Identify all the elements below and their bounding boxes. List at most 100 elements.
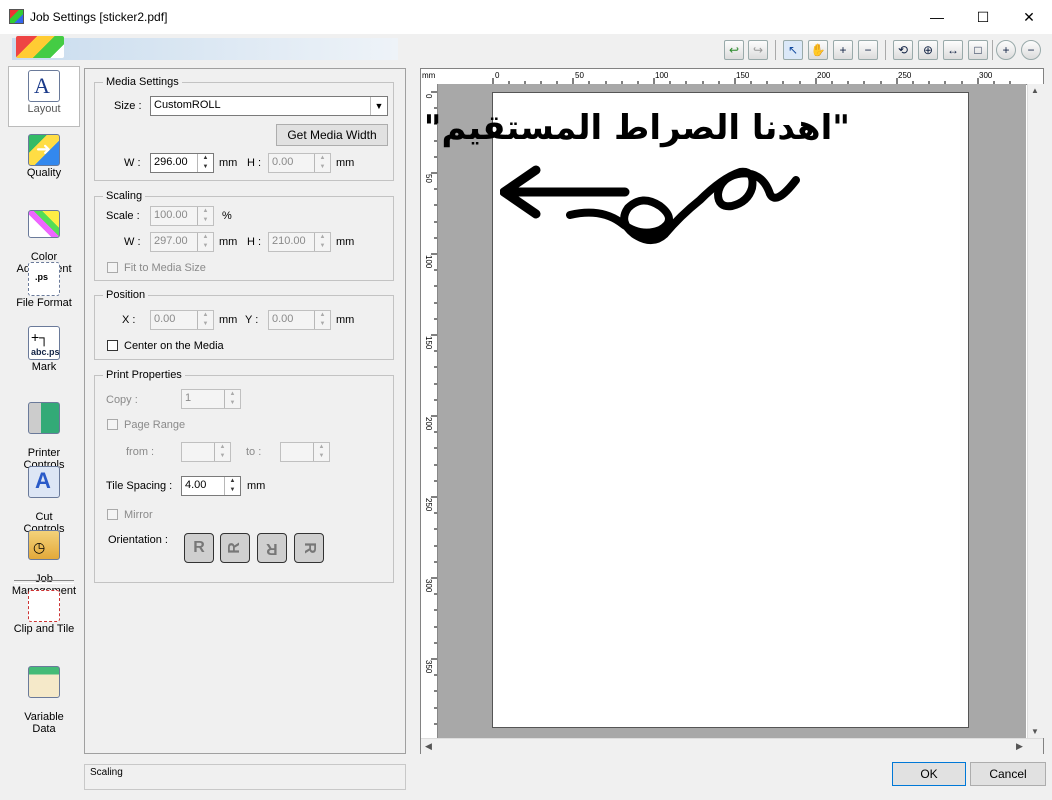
scroll-up-icon[interactable]: ▲	[1031, 86, 1039, 95]
spin-down-icon[interactable]: ▼	[315, 320, 330, 329]
tile-spacing-value: 4.00	[185, 479, 207, 491]
spin-down-icon[interactable]: ▼	[225, 486, 240, 495]
zoom-plus-icon[interactable]: +	[996, 40, 1016, 60]
scale-label: Scale :	[106, 210, 140, 222]
scaling-height-input[interactable]: 210.00 ▲ ▼	[268, 232, 331, 252]
orientation-180-button[interactable]: R	[257, 533, 287, 563]
close-button[interactable]: ✕	[1006, 0, 1052, 34]
zoom-minus-icon[interactable]: −	[1021, 40, 1041, 60]
tile-spacing-label: Tile Spacing :	[106, 480, 173, 492]
from-label: from :	[126, 446, 155, 458]
redo-icon[interactable]: ↪	[748, 40, 768, 60]
scale-input[interactable]: 100.00 ▲ ▼	[150, 206, 214, 226]
spin-down-icon[interactable]: ▼	[198, 242, 213, 251]
orientation-270-button[interactable]: R	[294, 533, 324, 563]
position-x-unit: mm	[219, 314, 238, 326]
sidebar-item-job-management[interactable]: ◷ Job Management	[8, 518, 80, 597]
copy-value: 1	[185, 392, 192, 404]
sidebar-item-layout[interactable]: A Layout	[8, 66, 80, 127]
spin-up-icon[interactable]: ▲	[315, 233, 330, 242]
mirror-checkbox[interactable]	[107, 509, 118, 520]
fit-width-icon[interactable]: ↔	[943, 40, 963, 60]
undo-icon[interactable]: ↩	[724, 40, 744, 60]
app-icon	[9, 9, 24, 24]
center-icon[interactable]: ⊕	[918, 40, 938, 60]
get-media-width-button[interactable]: Get Media Width	[276, 124, 388, 146]
media-h-unit: mm	[336, 157, 355, 169]
minimize-button[interactable]: —	[914, 0, 960, 34]
sidebar-item-color-adjustment[interactable]: Color Adjustment	[8, 198, 80, 275]
status-text: Scaling	[90, 767, 123, 778]
spin-up-icon[interactable]: ▲	[198, 154, 213, 163]
orientation-0-button[interactable]: R	[184, 533, 214, 563]
spin-up-icon[interactable]: ▲	[198, 233, 213, 242]
media-width-input[interactable]: 296.00 ▲ ▼	[150, 153, 214, 173]
position-y-unit: mm	[336, 314, 355, 326]
spin-up-icon[interactable]: ▲	[225, 477, 240, 486]
maximize-button[interactable]: ☐	[960, 0, 1006, 34]
size-select[interactable]: CustomROLL ▼	[150, 96, 388, 116]
sidebar-item-printer-controls[interactable]: Printer Controls	[8, 390, 80, 471]
spin-up-icon[interactable]: ▲	[198, 207, 213, 216]
pan-hand-icon[interactable]: ✋	[808, 40, 828, 60]
spin-down-icon[interactable]: ▼	[198, 216, 213, 225]
media-w-label: W :	[124, 157, 141, 169]
select-arrow-icon[interactable]: ↖	[783, 40, 803, 60]
spin-down-icon[interactable]: ▼	[315, 163, 330, 172]
tile-spacing-input[interactable]: 4.00 ▲ ▼	[181, 476, 241, 496]
sidebar-item-file-format[interactable]: .ps File Format	[8, 262, 80, 316]
from-input[interactable]: ▲ ▼	[181, 442, 231, 462]
chevron-down-icon[interactable]: ▼	[370, 97, 387, 115]
spin-up-icon[interactable]: ▲	[198, 311, 213, 320]
sidebar-item-mark[interactable]: +┐ abc.ps Mark	[8, 326, 80, 380]
center-on-media-label: Center on the Media	[124, 340, 224, 352]
fit-to-media-checkbox[interactable]	[107, 262, 118, 273]
fit-page-icon[interactable]: □	[968, 40, 988, 60]
ruler-left-label: 300	[424, 579, 433, 593]
zoom-out-icon[interactable]: −	[858, 40, 878, 60]
scaling-width-input[interactable]: 297.00 ▲ ▼	[150, 232, 214, 252]
spin-down-icon[interactable]: ▼	[198, 320, 213, 329]
scaling-h-label: H :	[247, 236, 262, 248]
spin-down-icon[interactable]: ▼	[314, 452, 329, 461]
position-x-input[interactable]: 0.00 ▲ ▼	[150, 310, 214, 330]
center-on-media-checkbox[interactable]	[107, 340, 118, 351]
zoom-in-icon[interactable]: +	[833, 40, 853, 60]
scroll-right-icon[interactable]: ▶	[1016, 741, 1023, 752]
position-y-input[interactable]: 0.00 ▲ ▼	[268, 310, 331, 330]
position-y-value: 0.00	[272, 313, 294, 325]
spin-down-icon[interactable]: ▼	[215, 452, 230, 461]
copy-input[interactable]: 1 ▲ ▼	[181, 389, 241, 409]
orientation-90-button[interactable]: R	[220, 533, 250, 563]
window-title: Job Settings [sticker2.pdf]	[30, 10, 168, 24]
sidebar-item-clip-tile[interactable]: Clip and Tile	[8, 590, 80, 646]
spin-down-icon[interactable]: ▼	[225, 399, 240, 408]
scroll-down-icon[interactable]: ▼	[1031, 727, 1039, 736]
spin-up-icon[interactable]: ▲	[225, 390, 240, 399]
toolbar-separator	[775, 40, 776, 60]
spin-up-icon[interactable]: ▲	[315, 154, 330, 163]
spin-up-icon[interactable]: ▲	[315, 311, 330, 320]
sidebar-item-cut-controls[interactable]: A Cut Controls	[8, 454, 80, 535]
media-height-input[interactable]: 0.00 ▲ ▼	[268, 153, 331, 173]
spin-up-icon[interactable]: ▲	[314, 443, 329, 452]
ruler-top-label: 150	[736, 71, 750, 80]
spin-up-icon[interactable]: ▲	[215, 443, 230, 452]
rotate-icon[interactable]: ⟲	[893, 40, 913, 60]
ok-button[interactable]: OK	[892, 762, 966, 786]
scaling-width-value: 297.00	[154, 235, 188, 247]
to-input[interactable]: ▲ ▼	[280, 442, 330, 462]
vertical-scrollbar[interactable]: ▲ ▼	[1027, 84, 1044, 738]
spin-down-icon[interactable]: ▼	[198, 163, 213, 172]
size-value: CustomROLL	[154, 99, 221, 111]
horizontal-scrollbar[interactable]: ◀ ▶	[421, 738, 1043, 755]
sidebar-item-quality[interactable]: ➜ Quality	[8, 134, 80, 190]
page-range-label: Page Range	[124, 419, 186, 431]
position-y-label: Y :	[245, 314, 259, 326]
sidebar-item-variable-data[interactable]: Variable Data	[8, 654, 80, 735]
ruler-left-label: 350	[424, 660, 433, 674]
spin-down-icon[interactable]: ▼	[315, 242, 330, 251]
cancel-button[interactable]: Cancel	[970, 762, 1046, 786]
page-range-checkbox[interactable]	[107, 419, 118, 430]
scroll-left-icon[interactable]: ◀	[425, 741, 432, 752]
